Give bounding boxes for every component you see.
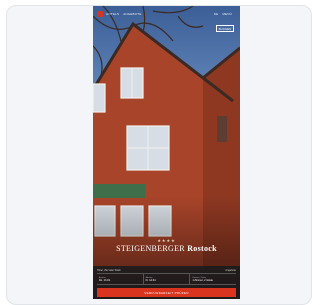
checkout-value: Fr. 14.04. bbox=[145, 278, 157, 282]
guests-value: 1 Zimmer, 2 Gäste bbox=[192, 278, 213, 282]
hotel-building-photo bbox=[93, 6, 240, 299]
hotel-city: Rostock bbox=[187, 244, 217, 253]
hotel-title-block: ★★★★ STEIGENBERGER Rostock bbox=[93, 238, 240, 253]
top-navigation: HOTELS ANGEBOTE DE MENÜ bbox=[93, 6, 240, 22]
hotel-brand: STEIGENBERGER bbox=[116, 244, 185, 253]
booking-fields: Anreise Do. 13.04. Abreise Fr. 14.04. Zi… bbox=[97, 273, 236, 285]
destination-label[interactable]: Hotel, Ziel oder Stadt bbox=[97, 269, 120, 272]
checkout-field[interactable]: Abreise Fr. 14.04. bbox=[144, 274, 191, 284]
offers-link[interactable]: Angebote bbox=[225, 269, 236, 272]
brand-logo-icon[interactable] bbox=[97, 11, 103, 17]
menu-button[interactable]: MENÜ bbox=[222, 12, 232, 16]
hotel-stars: ★★★★ bbox=[157, 238, 176, 243]
guests-field[interactable]: Zimmer / Gäste 1 Zimmer, 2 Gäste bbox=[190, 274, 236, 284]
booking-panel: Hotel, Ziel oder Stadt Angebote Anreise … bbox=[93, 266, 240, 299]
facade-sign bbox=[93, 184, 145, 198]
nav-link-offers[interactable]: ANGEBOTE bbox=[123, 12, 141, 16]
language-switch[interactable]: DE bbox=[214, 12, 219, 16]
booking-panel-header: Hotel, Ziel oder Stadt Angebote bbox=[97, 268, 236, 272]
check-availability-button[interactable]: VERFÜGBARKEIT PRÜFEN bbox=[97, 288, 236, 297]
checkin-value: Do. 13.04. bbox=[99, 278, 111, 282]
hotel-name: STEIGENBERGER Rostock bbox=[93, 244, 240, 253]
mobile-preview: HOTELS ANGEBOTE DE MENÜ BUCHEN ★★★★ STEI… bbox=[93, 6, 240, 299]
book-button[interactable]: BUCHEN bbox=[216, 25, 234, 32]
checkin-field[interactable]: Anreise Do. 13.04. bbox=[97, 274, 144, 284]
nav-link-hotels[interactable]: HOTELS bbox=[106, 12, 119, 16]
